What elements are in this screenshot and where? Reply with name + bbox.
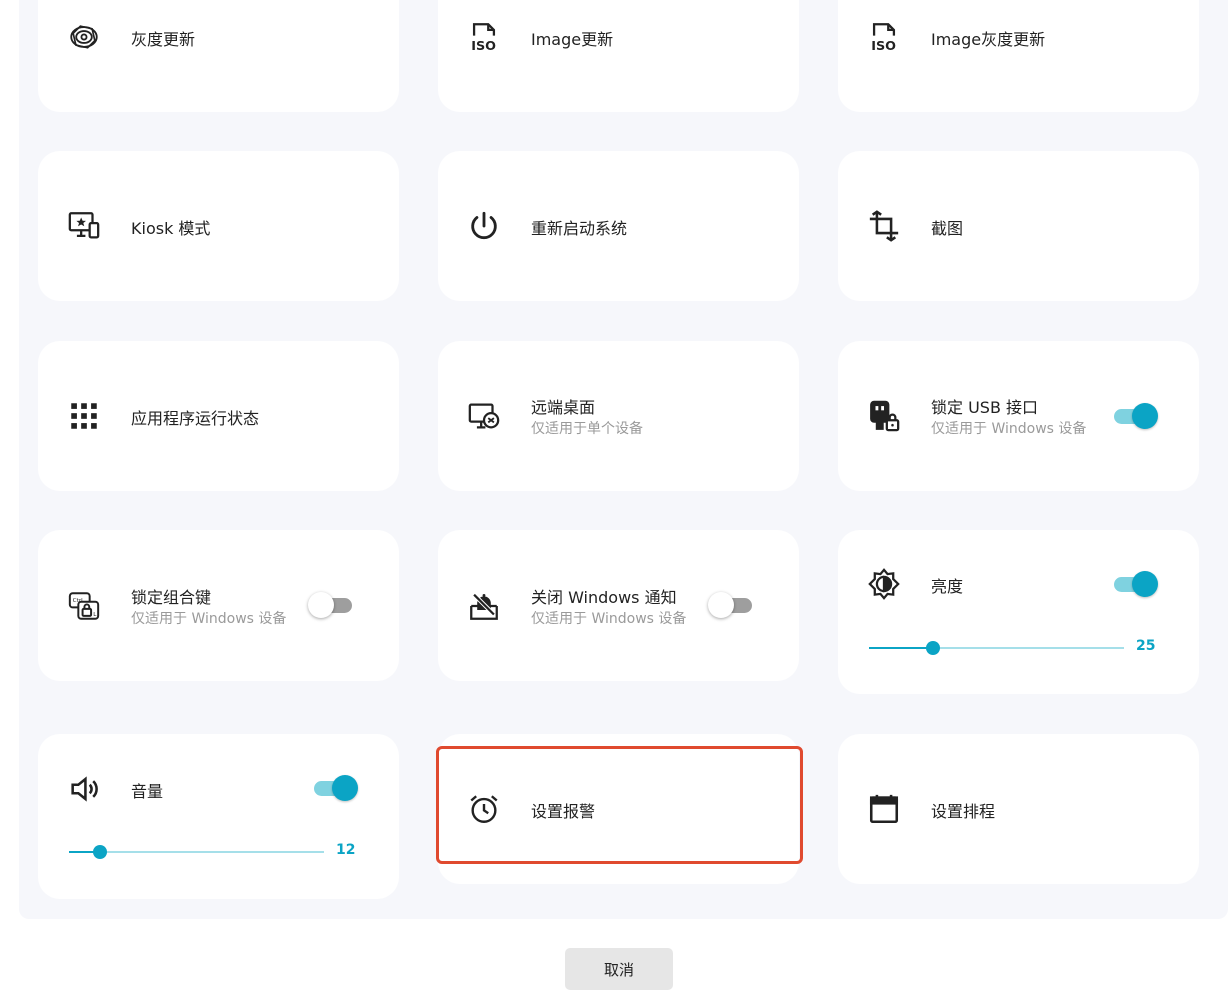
notification-off-icon	[466, 588, 502, 624]
card-title: Kiosk 模式	[131, 219, 211, 238]
toggle-knob	[308, 592, 334, 618]
volume-value: 12	[336, 842, 356, 858]
card-image-update[interactable]: ISO Image更新	[438, 0, 799, 112]
volume-toggle[interactable]	[312, 775, 358, 801]
card-title: 锁定组合键	[131, 588, 212, 607]
calendar-icon	[866, 791, 902, 827]
concentric-rings-icon	[66, 19, 102, 55]
card-title: 关闭 Windows 通知	[531, 588, 677, 607]
lock-combo-toggle[interactable]	[308, 592, 354, 618]
toggle-knob	[332, 775, 358, 801]
card-title: Image灰度更新	[931, 30, 1046, 49]
card-title: 设置排程	[931, 802, 996, 821]
card-lock-usb[interactable]: 锁定 USB 接口 仅适用于 Windows 设备	[838, 341, 1199, 491]
card-subtitle: 仅适用于 Windows 设备	[931, 421, 1087, 437]
card-volume[interactable]: 音量 12	[38, 734, 399, 899]
selection-highlight	[436, 746, 803, 864]
volume-icon	[66, 771, 102, 807]
slider-thumb[interactable]	[925, 641, 940, 655]
toggle-knob	[1132, 571, 1158, 597]
card-screenshot[interactable]: 截图	[838, 151, 1199, 301]
card-subtitle: 仅适用于 Windows 设备	[531, 611, 687, 627]
svg-text:ISO: ISO	[471, 39, 496, 54]
card-kiosk-mode[interactable]: Kiosk 模式	[38, 151, 399, 301]
toggle-knob	[708, 592, 734, 618]
monitor-star-icon	[66, 208, 102, 244]
card-image-gray-update[interactable]: ISO Image灰度更新	[838, 0, 1199, 112]
brightness-value: 25	[1136, 638, 1156, 654]
card-subtitle: 仅适用于单个设备	[531, 421, 643, 437]
iso-file-icon: ISO	[466, 19, 502, 55]
toggle-knob	[1132, 403, 1158, 429]
power-icon	[466, 208, 502, 244]
card-title: 锁定 USB 接口	[931, 398, 1039, 417]
card-app-status[interactable]: 应用程序运行状态	[38, 341, 399, 491]
card-brightness[interactable]: 亮度 25	[838, 530, 1199, 694]
card-gray-update[interactable]: 灰度更新	[38, 0, 399, 112]
crop-icon	[866, 208, 902, 244]
cancel-button[interactable]: 取消	[565, 948, 673, 990]
apps-grid-icon	[66, 398, 102, 434]
slider-thumb[interactable]	[92, 845, 107, 859]
card-subtitle: 仅适用于 Windows 设备	[131, 611, 287, 627]
remote-desktop-icon	[466, 398, 502, 434]
card-title: 音量	[131, 782, 164, 801]
slider-fill	[869, 647, 933, 649]
iso-file-icon: ISO	[866, 19, 902, 55]
card-remote-desktop[interactable]: 远端桌面 仅适用于单个设备	[438, 341, 799, 491]
card-title: 应用程序运行状态	[131, 409, 260, 428]
card-lock-combo-keys[interactable]: Ctrl L 锁定组合键 仅适用于 Windows 设备	[38, 530, 399, 681]
card-close-notifications[interactable]: 关闭 Windows 通知 仅适用于 Windows 设备	[438, 530, 799, 681]
card-title: 亮度	[931, 577, 964, 596]
keyboard-lock-icon: Ctrl L	[66, 588, 102, 624]
brightness-icon	[866, 566, 902, 602]
card-restart[interactable]: 重新启动系统	[438, 151, 799, 301]
close-notifications-toggle[interactable]	[708, 592, 754, 618]
card-title: 远端桌面	[531, 398, 596, 417]
card-title: 重新启动系统	[531, 219, 628, 238]
card-title: Image更新	[531, 30, 614, 49]
brightness-slider[interactable]	[869, 640, 1124, 656]
brightness-toggle[interactable]	[1112, 571, 1158, 597]
card-title: 灰度更新	[131, 30, 196, 49]
slider-rail	[69, 851, 324, 853]
card-title: 截图	[931, 219, 964, 238]
usb-lock-icon	[866, 398, 902, 434]
volume-slider[interactable]	[69, 844, 324, 860]
svg-text:ISO: ISO	[871, 39, 896, 54]
lock-usb-toggle[interactable]	[1112, 403, 1158, 429]
card-set-schedule[interactable]: 设置排程	[838, 734, 1199, 884]
